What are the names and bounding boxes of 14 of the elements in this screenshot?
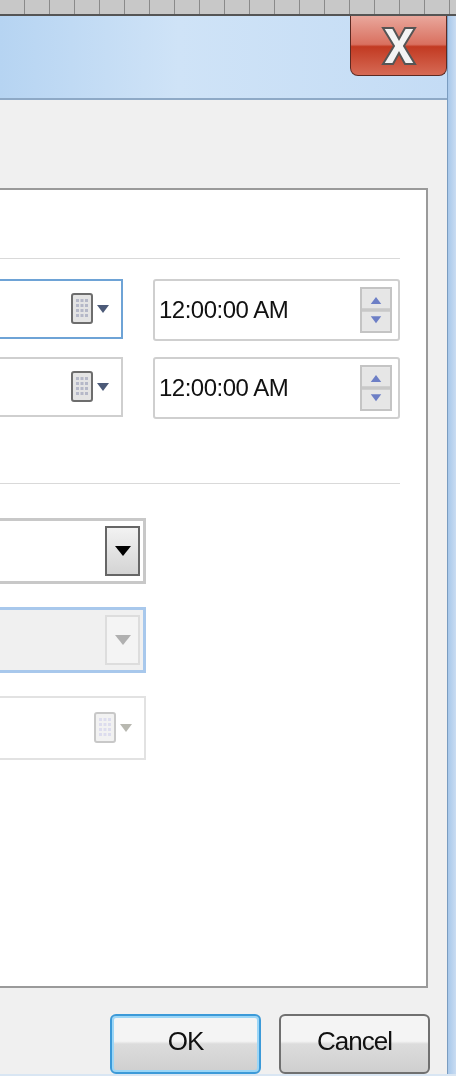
cancel-button[interactable]: Cancel xyxy=(279,1014,430,1074)
date-field[interactable] xyxy=(0,357,123,417)
caret-icon xyxy=(113,634,132,646)
caret-icon xyxy=(113,545,132,557)
ok-button[interactable]: OK xyxy=(110,1014,261,1074)
close-button[interactable] xyxy=(350,16,447,76)
dropdown-field[interactable] xyxy=(0,518,146,584)
spinner-icon[interactable] xyxy=(360,287,392,333)
date-field[interactable] xyxy=(0,279,123,339)
calendar-dropdown-icon[interactable] xyxy=(71,293,111,325)
time-field[interactable]: 12:00:00 AM xyxy=(153,357,400,419)
time-field[interactable]: 12:00:00 AM xyxy=(153,279,400,341)
calendar-dropdown-icon[interactable] xyxy=(71,371,111,403)
spinner-icon[interactable] xyxy=(360,365,392,411)
